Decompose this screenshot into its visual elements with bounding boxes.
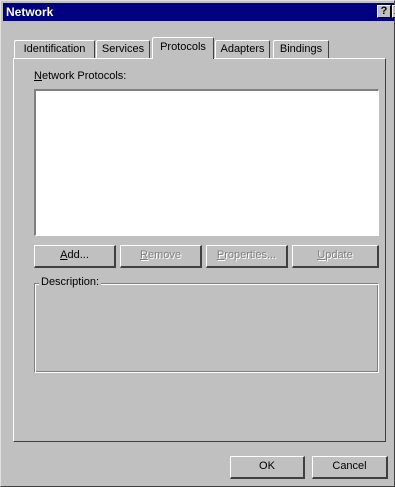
cancel-button[interactable]: Cancel [312, 456, 388, 479]
ok-button[interactable]: OK [230, 456, 305, 479]
network-dialog: Network ? X Identification Services Prot… [0, 0, 395, 487]
description-group [34, 283, 379, 373]
network-protocols-label: Network Protocols: [34, 70, 127, 82]
network-protocols-list[interactable] [34, 89, 379, 236]
tab-identification[interactable]: Identification [14, 40, 95, 58]
description-label: Description: [39, 276, 102, 288]
remove-button[interactable]: Remove [120, 245, 202, 268]
tab-bindings[interactable]: Bindings [273, 40, 329, 58]
help-button[interactable]: ? [377, 5, 391, 18]
tab-services[interactable]: Services [96, 40, 150, 58]
tab-protocols[interactable]: Protocols [152, 37, 214, 59]
properties-button[interactable]: Properties... [206, 245, 288, 268]
update-button[interactable]: Update [292, 245, 379, 268]
window-title: Network [6, 5, 54, 19]
title-bar[interactable]: Network ? X [3, 3, 395, 21]
add-button[interactable]: Add... [34, 245, 116, 268]
tab-adapters[interactable]: Adapters [215, 40, 270, 58]
